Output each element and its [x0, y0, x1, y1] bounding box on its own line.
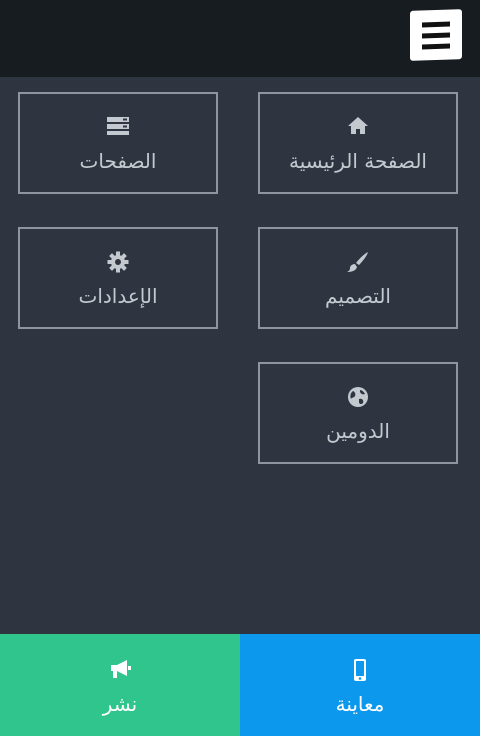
tile-domain-label: الدومين: [326, 419, 390, 443]
globe-icon: [260, 386, 456, 407]
publish-button[interactable]: نشر: [0, 634, 240, 736]
hamburger-menu-icon-bar: [422, 43, 450, 50]
gear-icon: [20, 251, 216, 273]
hamburger-menu-icon-bar: [422, 32, 450, 39]
tile-home-label: الصفحة الرئيسية: [289, 149, 427, 173]
hamburger-menu-icon: [422, 21, 450, 28]
tile-domain[interactable]: الدومين: [258, 362, 458, 464]
tile-settings[interactable]: الإعدادات: [18, 227, 218, 329]
top-bar: [0, 0, 480, 77]
tile-pages[interactable]: الصفحات: [18, 92, 218, 194]
tile-pages-label: الصفحات: [79, 149, 157, 173]
home-icon: [260, 116, 456, 136]
tile-design-label: التصميم: [325, 284, 391, 308]
server-icon: [20, 116, 216, 136]
paint-brush-icon: [260, 251, 456, 272]
preview-label: معاينة: [335, 692, 385, 716]
publish-label: نشر: [102, 692, 138, 716]
tile-design[interactable]: التصميم: [258, 227, 458, 329]
preview-button[interactable]: معاينة: [240, 634, 480, 736]
menu-button[interactable]: [410, 9, 462, 61]
mobile-icon: [240, 658, 480, 682]
megaphone-icon: [0, 658, 240, 680]
tile-settings-label: الإعدادات: [78, 284, 158, 308]
tile-home[interactable]: الصفحة الرئيسية: [258, 92, 458, 194]
bottom-action-bar: نشر معاينة: [0, 634, 480, 736]
